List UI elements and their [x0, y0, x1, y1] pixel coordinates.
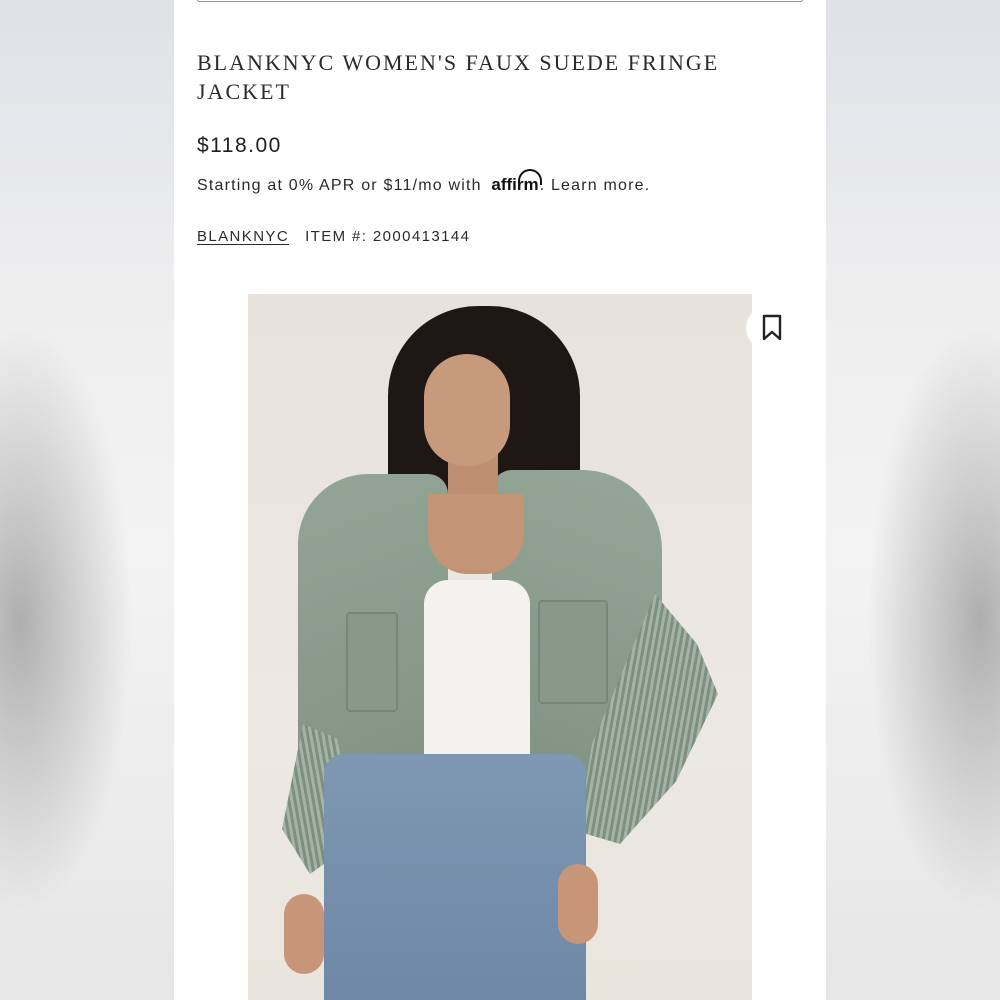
photo-tank-top [424, 580, 530, 760]
brand-link[interactable]: BLANKNYC [197, 228, 289, 245]
top-input-edge[interactable] [197, 0, 803, 2]
product-price: $118.00 [197, 134, 282, 157]
financing-text: Starting at 0% APR or $11/mo with affirm… [197, 169, 650, 195]
financing-prefix: Starting at 0% APR or $11/mo with [197, 177, 488, 194]
product-title: BLANKNYC WOMEN'S FAUX SUEDE FRINGE JACKE… [197, 50, 720, 104]
bookmark-icon [762, 314, 782, 341]
learn-more-link[interactable]: Learn more. [551, 177, 650, 194]
photo-pocket-right [538, 600, 608, 704]
save-to-wishlist-button[interactable] [746, 306, 798, 350]
product-meta: BLANKNYC ITEM #: 2000413144 [197, 228, 470, 245]
affirm-logo: affirm [491, 169, 542, 195]
item-number: ITEM #: 2000413144 [305, 228, 471, 245]
product-image[interactable] [248, 294, 752, 1000]
product-page: BLANKNYC WOMEN'S FAUX SUEDE FRINGE JACKE… [174, 0, 826, 1000]
photo-chest [428, 494, 524, 574]
photo-pocket-left [346, 612, 398, 712]
photo-face [424, 354, 510, 466]
photo-hand-left [284, 894, 324, 974]
affirm-arc-icon [517, 169, 542, 185]
photo-hand-right [558, 864, 598, 944]
photo-jeans [324, 754, 586, 1000]
